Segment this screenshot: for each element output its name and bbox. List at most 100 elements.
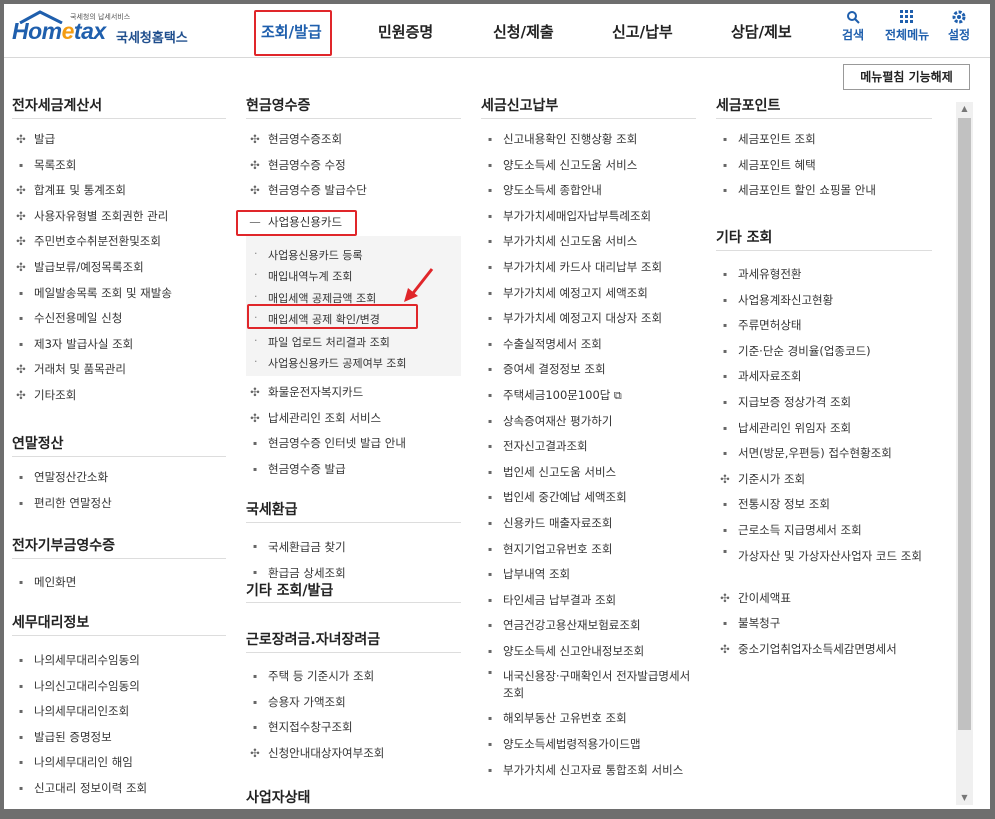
- menu-item[interactable]: ▪ 현지기업고유번호 조회: [481, 537, 696, 563]
- menu-item[interactable]: ▪ 현지접수창구조회: [246, 715, 461, 741]
- menu-item[interactable]: ▪ 양도소득세 신고안내정보조회: [481, 639, 696, 665]
- gnb-tab-report-payment[interactable]: 신고/납부: [612, 21, 673, 42]
- menu-item[interactable]: ▪ 현금영수증 인터넷 발급 안내: [246, 431, 461, 457]
- menu-item[interactable]: ✣ 주민번호수취분전환및조회: [12, 229, 226, 255]
- menu-item[interactable]: ▪ 법인세 중간예납 세액조회: [481, 485, 696, 511]
- menu-item[interactable]: ✣ 기타조회: [12, 383, 226, 409]
- menu-item[interactable]: ▪ 주택 등 기준시가 조회: [246, 664, 461, 690]
- submenu-item[interactable]: · 매입내역누계 조회: [246, 268, 352, 284]
- menu-item[interactable]: ▪ 나의세무대리인조회: [12, 699, 226, 725]
- gnb-tab-civil-certificate[interactable]: 민원증명: [378, 21, 433, 42]
- menu-item[interactable]: ▪ 세금포인트 조회: [716, 127, 932, 153]
- all-menu-button[interactable]: 전체메뉴: [885, 10, 929, 43]
- menu-item[interactable]: ▪ 가상자산 및 가상자산사업자 코드 조회: [716, 544, 923, 586]
- menu-item[interactable]: ✣ 거래처 및 품목관리: [12, 357, 226, 383]
- menu-item[interactable]: ▪ 편리한 연말정산: [12, 491, 226, 517]
- menu-item[interactable]: ▪ 수신전용메일 신청: [12, 306, 226, 332]
- menu-item[interactable]: ▪ 과세유형전환: [716, 262, 932, 288]
- menu-item[interactable]: ▪ 양도소득세 신고도움 서비스: [481, 153, 696, 179]
- menu-item[interactable]: ▪ 사업용계좌신고현황: [716, 288, 932, 314]
- menu-item[interactable]: ✣ 화물운전자복지카드: [246, 380, 461, 406]
- menu-item[interactable]: ▪ 서면(방문,우편등) 접수현황조회: [716, 441, 932, 467]
- menu-item[interactable]: ✣ 간이세액표: [716, 586, 932, 612]
- vertical-scrollbar[interactable]: ▲ ▼: [956, 102, 973, 805]
- menu-item[interactable]: ▪ 내국신용장·구매확인서 전자발급명세서 조회: [481, 664, 693, 706]
- menu-item[interactable]: ▪ 신용카드 매출자료조회: [481, 511, 696, 537]
- scroll-down-arrow-icon[interactable]: ▼: [956, 791, 973, 805]
- menu-item[interactable]: ▪ 해외부동산 고유번호 조회: [481, 706, 696, 732]
- menu-item[interactable]: ✣ 납세관리인 조회 서비스: [246, 406, 461, 432]
- section-title-work-child-incentive: 근로장려금.자녀장려금: [246, 628, 461, 653]
- submenu-item[interactable]: · 매입세액 공제금액 조회: [246, 290, 376, 306]
- submenu-item[interactable]: · 사업용신용카드 공제여부 조회: [246, 355, 407, 371]
- menu-item[interactable]: ▪ 신고대리 정보이력 조회: [12, 776, 226, 802]
- menu-item[interactable]: ▪ 부가가치세 신고도움 서비스: [481, 229, 696, 255]
- menu-item[interactable]: ▪ 지급보증 정상가격 조회: [716, 390, 932, 416]
- menu-item[interactable]: ▪ 과세자료조회: [716, 364, 932, 390]
- menu-item[interactable]: ▪ 납세관리인 위임자 조회: [716, 416, 932, 442]
- menu-item[interactable]: ▪ 전통시장 정보 조회: [716, 492, 932, 518]
- menu-item[interactable]: ▪ 기준·단순 경비율(업종코드): [716, 339, 932, 365]
- menu-item[interactable]: ▪ 법인세 신고도움 서비스: [481, 460, 696, 486]
- menu-item[interactable]: ✣ 신청안내대상자여부조회: [246, 741, 461, 767]
- menu-item[interactable]: ▪ 상속증여재산 평가하기: [481, 409, 696, 435]
- menu-item[interactable]: ▪ 주류면허상태: [716, 313, 932, 339]
- menu-item[interactable]: ▪ 메인화면: [12, 570, 226, 596]
- gnb-tab-inquiry-issue[interactable]: 조회/발급: [261, 21, 322, 42]
- submenu-item[interactable]: · 파일 업로드 처리결과 조회: [246, 334, 390, 350]
- menu-item[interactable]: ✣ 기준시가 조회: [716, 467, 932, 493]
- gnb-tab-consult-report[interactable]: 상담/제보: [731, 21, 792, 42]
- menu-item[interactable]: ▪ 주택세금100문100답 ⧉: [481, 383, 696, 409]
- menu-item[interactable]: ▪ 증여세 결정정보 조회: [481, 357, 696, 383]
- menu-item[interactable]: ✣ 현금영수증 발급수단: [246, 178, 461, 204]
- hometax-logo[interactable]: 국세청의 납세서비스 Hometax 국세청홈택스: [12, 10, 202, 50]
- menu-item[interactable]: ✣ 발급보류/예정목록조회: [12, 255, 226, 281]
- menu-item[interactable]: ✣ 현금영수증조회: [246, 127, 461, 153]
- menu-item[interactable]: ▪ 근로소득 지급명세서 조회: [716, 518, 932, 544]
- menu-item[interactable]: ▪ 납부내역 조회: [481, 562, 696, 588]
- menu-item[interactable]: ▪ 양도소득세 종합안내: [481, 178, 696, 204]
- menu-item[interactable]: ▪ 수출실적명세서 조회: [481, 332, 696, 358]
- menu-item[interactable]: ▪ 양도소득세법령적용가이드맵: [481, 732, 696, 758]
- gnb-tab-application-submit[interactable]: 신청/제출: [493, 21, 554, 42]
- menu-item[interactable]: ▪ 전자신고결과조회: [481, 434, 696, 460]
- scrollbar-thumb[interactable]: [958, 118, 971, 730]
- menu-item[interactable]: ✣ 현금영수증 수정: [246, 153, 461, 179]
- menu-item[interactable]: ▪ 신고내용확인 진행상황 조회: [481, 127, 696, 153]
- menu-item[interactable]: ▪ 세금포인트 할인 쇼핑몰 안내: [716, 178, 932, 204]
- submenu-item[interactable]: · 매입세액 공제 확인/변경: [246, 311, 380, 327]
- menu-item[interactable]: ▪ 부가가치세 예정고지 대상자 조회: [481, 306, 696, 332]
- menu-item[interactable]: ▪ 부가가치세 예정고지 세액조회: [481, 281, 696, 307]
- scroll-up-arrow-icon[interactable]: ▲: [956, 102, 973, 116]
- bullet-icon: ▪: [18, 708, 24, 716]
- menu-item[interactable]: ▪ 부가가치세 카드사 대리납부 조회: [481, 255, 696, 281]
- menu-item[interactable]: ▪ 불복청구: [716, 611, 932, 637]
- menu-item[interactable]: ▪ 나의세무대리수임동의: [12, 648, 226, 674]
- menu-item[interactable]: ▪ 승용자 가액조회: [246, 690, 461, 716]
- menu-item[interactable]: ✣ 중소기업취업자소득세감면명세서: [716, 637, 932, 663]
- menu-item[interactable]: ▪ 연말정산간소화: [12, 465, 226, 491]
- search-button[interactable]: 검색: [842, 10, 864, 43]
- menu-item-business-credit-card[interactable]: — 사업용신용카드: [246, 210, 342, 236]
- menu-item[interactable]: ▪ 메일발송목록 조회 및 재발송: [12, 281, 226, 307]
- bullet-icon: ▪: [487, 519, 493, 527]
- menu-expand-toggle-button[interactable]: 메뉴펼침 기능해제: [843, 64, 970, 90]
- menu-item[interactable]: ✣ 사용자유형별 조회권한 관리: [12, 204, 226, 230]
- menu-item[interactable]: ✣ 합계표 및 통계조회: [12, 178, 226, 204]
- submenu-item[interactable]: · 사업용신용카드 등록: [246, 247, 363, 263]
- menu-item[interactable]: ▪ 나의세무대리인 해임: [12, 750, 226, 776]
- menu-item[interactable]: ▪ 제3자 발급사실 조회: [12, 332, 226, 358]
- menu-item[interactable]: ▪ 부가가치세 신고자료 통합조회 서비스: [481, 758, 696, 784]
- menu-item[interactable]: ▪ 세금포인트 혜택: [716, 153, 932, 179]
- menu-item[interactable]: ▪ 현금영수증 발급: [246, 457, 461, 483]
- menu-item[interactable]: ▪ 타인세금 납부결과 조회: [481, 588, 696, 614]
- menu-item[interactable]: ✣ 발급: [12, 127, 226, 153]
- menu-item[interactable]: ▪ 발급된 증명정보: [12, 725, 226, 751]
- menu-item[interactable]: ▪ 국세환급금 찾기: [246, 534, 461, 560]
- settings-button[interactable]: 설정: [948, 10, 970, 43]
- menu-item[interactable]: ▪ 연금건강고용산재보험료조회: [481, 613, 696, 639]
- menu-item[interactable]: ▪ 부가가치세매입자납부특례조회: [481, 204, 696, 230]
- menu-item[interactable]: ▪ 목록조회: [12, 153, 226, 179]
- bullet-icon: ▪: [722, 347, 728, 355]
- menu-item[interactable]: ▪ 나의신고대리수임동의: [12, 674, 226, 700]
